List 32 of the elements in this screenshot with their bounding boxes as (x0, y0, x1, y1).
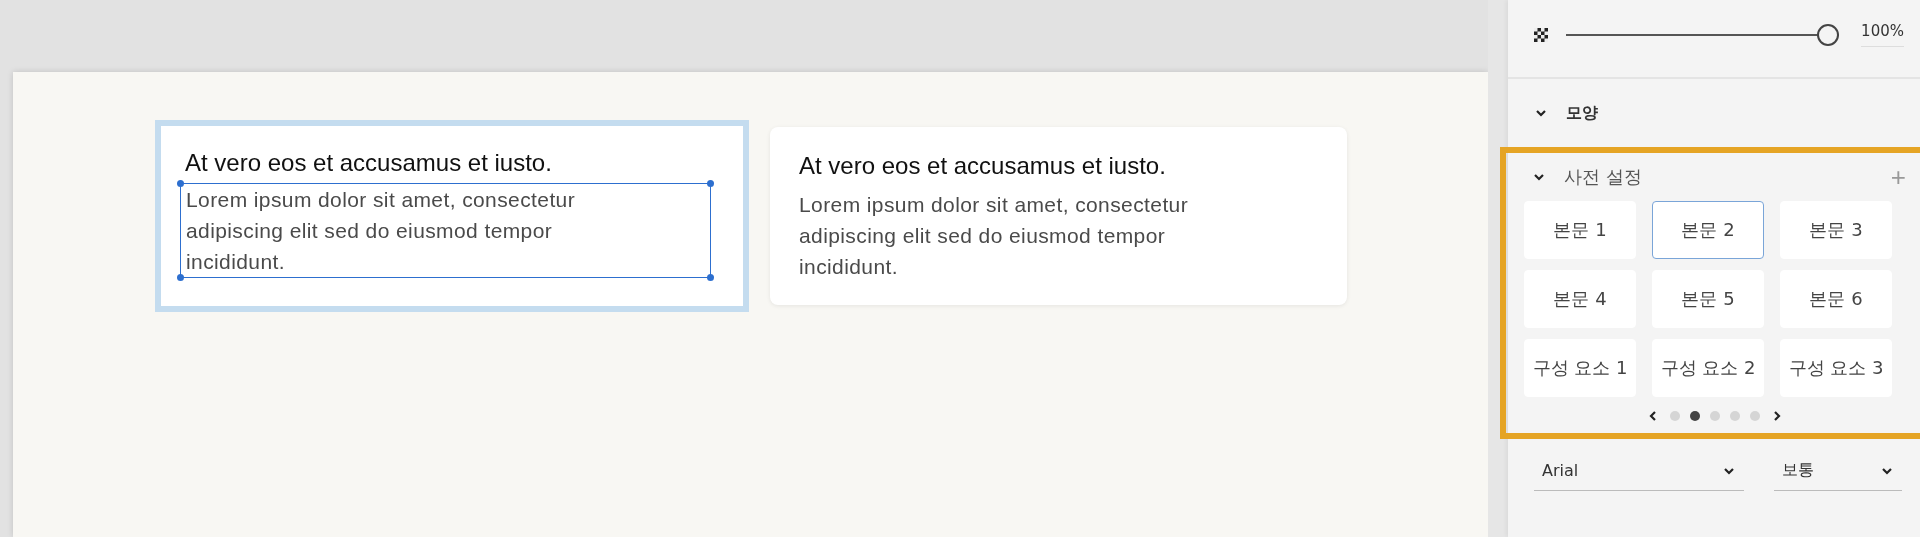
font-weight-dropdown[interactable]: 보통 (1774, 451, 1902, 491)
resize-handle[interactable] (707, 180, 714, 187)
preset-button[interactable]: 구성 요소 3 (1780, 339, 1892, 397)
preset-button[interactable]: 본문 3 (1780, 201, 1892, 259)
preset-button[interactable]: 구성 요소 1 (1524, 339, 1636, 397)
checkerboard-icon (1534, 27, 1548, 42)
text-card[interactable]: At vero eos et accusamus et iusto. Lorem ipsum dolor sit amet, consectetur adipiscing elit sed do eiusmod tempor incididunt. (155, 120, 749, 312)
page-dot[interactable] (1690, 411, 1700, 421)
page-dot[interactable] (1730, 411, 1740, 421)
preset-button[interactable]: 본문 2 (1652, 201, 1764, 259)
page-dot[interactable] (1750, 411, 1760, 421)
font-family-dropdown[interactable]: Arial (1534, 451, 1744, 491)
card-body-text: Lorem ipsum dolor sit amet, consectetur adipiscing elit sed do eiusmod tempor incididunt. (186, 187, 577, 275)
resize-handle[interactable] (177, 274, 184, 281)
section-title[interactable]: 사전 설정 (1564, 165, 1873, 189)
preset-button[interactable]: 본문 6 (1780, 270, 1892, 328)
slider-thumb[interactable] (1817, 23, 1840, 46)
card-body-text: Lorem ipsum dolor sit amet, consectetur adipiscing elit sed do eiusmod tempor incididunt. (799, 192, 1190, 280)
preset-button[interactable]: 본문 4 (1524, 270, 1636, 328)
card-title: At vero eos et accusamus et iusto. (185, 148, 553, 178)
preset-button[interactable]: 구성 요소 2 (1652, 339, 1764, 397)
opacity-slider[interactable] (1566, 23, 1840, 46)
resize-handle[interactable] (177, 180, 184, 187)
card-title: At vero eos et accusamus et iusto. (799, 151, 1167, 181)
opacity-value[interactable]: 100% (1861, 22, 1904, 47)
preset-button[interactable]: 본문 5 (1652, 270, 1764, 328)
page-dot[interactable] (1710, 411, 1720, 421)
resize-handle[interactable] (707, 274, 714, 281)
preset-button[interactable]: 본문 1 (1524, 201, 1636, 259)
section-title[interactable]: 모양 (1566, 102, 1598, 124)
text-card[interactable]: At vero eos et accusamus et iusto. Lorem ipsum dolor sit amet, consectetur adipiscing elit sed do eiusmod tempor incididunt. (770, 127, 1347, 305)
page-dot[interactable] (1670, 411, 1680, 421)
